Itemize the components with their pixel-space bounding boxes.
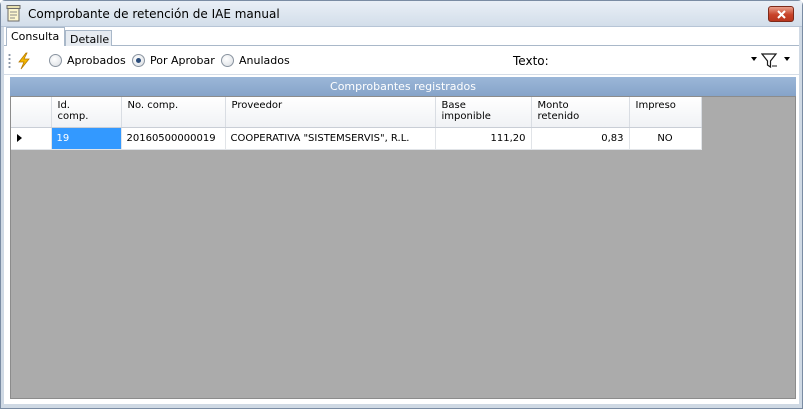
texto-label: Texto: <box>513 54 549 68</box>
table-row[interactable]: 19 20160500000019 COOPERATIVA "SISTEMSER… <box>11 127 702 150</box>
row-selector-header <box>11 97 52 128</box>
radio-label: Por Aprobar <box>150 54 215 67</box>
lightning-icon[interactable] <box>15 52 33 70</box>
tab-strip: Consulta Detalle <box>4 27 799 46</box>
row-pointer-icon <box>17 134 22 142</box>
radio-por-aprobar[interactable]: Por Aprobar <box>132 54 215 67</box>
form-icon <box>6 5 22 22</box>
column-header-base-imponible[interactable]: Base imponible <box>435 97 532 128</box>
radio-button-checked[interactable] <box>132 54 145 67</box>
column-header-line: Base <box>441 100 466 111</box>
column-header-proveedor[interactable]: Proveedor <box>225 97 436 128</box>
column-header-no-comp[interactable]: No. comp. <box>121 97 226 128</box>
column-header-line: No. comp. <box>127 100 179 111</box>
texto-search-input[interactable] <box>550 51 758 71</box>
radio-label: Aprobados <box>67 54 126 67</box>
table-header-row: Id. comp. No. comp. Proveedor Base impon… <box>11 97 702 128</box>
toolbar-grip[interactable] <box>8 53 11 69</box>
texto-dropdown-arrow-icon[interactable] <box>751 57 757 61</box>
client-area: Consulta Detalle Aprobados Por Aprobar A… <box>4 27 799 404</box>
column-header-monto-retenido[interactable]: Monto retenido <box>531 97 630 128</box>
radio-button[interactable] <box>49 54 62 67</box>
close-icon <box>776 9 786 19</box>
column-header-impreso[interactable]: Impreso <box>629 97 702 128</box>
column-header-id[interactable]: Id. comp. <box>51 97 122 128</box>
row-selector[interactable] <box>11 127 52 150</box>
grid-caption: Comprobantes registrados <box>10 77 796 96</box>
column-header-line: Proveedor <box>231 100 283 111</box>
tab-detalle[interactable]: Detalle <box>65 30 112 46</box>
cell-no-comp[interactable]: 20160500000019 <box>121 127 226 150</box>
column-header-line: retenido <box>537 111 580 122</box>
column-header-line: Monto <box>537 100 569 111</box>
radio-anulados[interactable]: Anulados <box>221 54 290 67</box>
radio-aprobados[interactable]: Aprobados <box>49 54 126 67</box>
window-title: Comprobante de retención de IAE manual <box>28 7 280 21</box>
filter-dropdown-arrow-icon[interactable] <box>784 57 790 61</box>
cell-proveedor[interactable]: COOPERATIVA "SISTEMSERVIS", R.L. <box>225 127 436 150</box>
radio-label: Anulados <box>239 54 290 67</box>
column-header-line: comp. <box>57 111 89 122</box>
column-header-line: imponible <box>441 111 491 122</box>
radio-button[interactable] <box>221 54 234 67</box>
cell-monto-retenido[interactable]: 0,83 <box>531 127 630 150</box>
cell-impreso[interactable]: NO <box>629 127 702 150</box>
column-header-line: Id. <box>57 100 70 111</box>
records-grid[interactable]: Id. comp. No. comp. Proveedor Base impon… <box>10 96 796 399</box>
app-window: Comprobante de retención de IAE manual C… <box>0 0 803 409</box>
close-button[interactable] <box>768 6 794 22</box>
column-header-line: Impreso <box>635 100 676 111</box>
filter-icon[interactable] <box>760 52 779 70</box>
title-bar[interactable]: Comprobante de retención de IAE manual <box>1 1 802 27</box>
tab-consulta[interactable]: Consulta <box>6 27 65 46</box>
cell-base-imponible[interactable]: 111,20 <box>435 127 532 150</box>
cell-id[interactable]: 19 <box>51 127 122 150</box>
filter-toolbar: Aprobados Por Aprobar Anulados Texto: <box>4 47 799 75</box>
records-table: Id. comp. No. comp. Proveedor Base impon… <box>11 97 702 150</box>
